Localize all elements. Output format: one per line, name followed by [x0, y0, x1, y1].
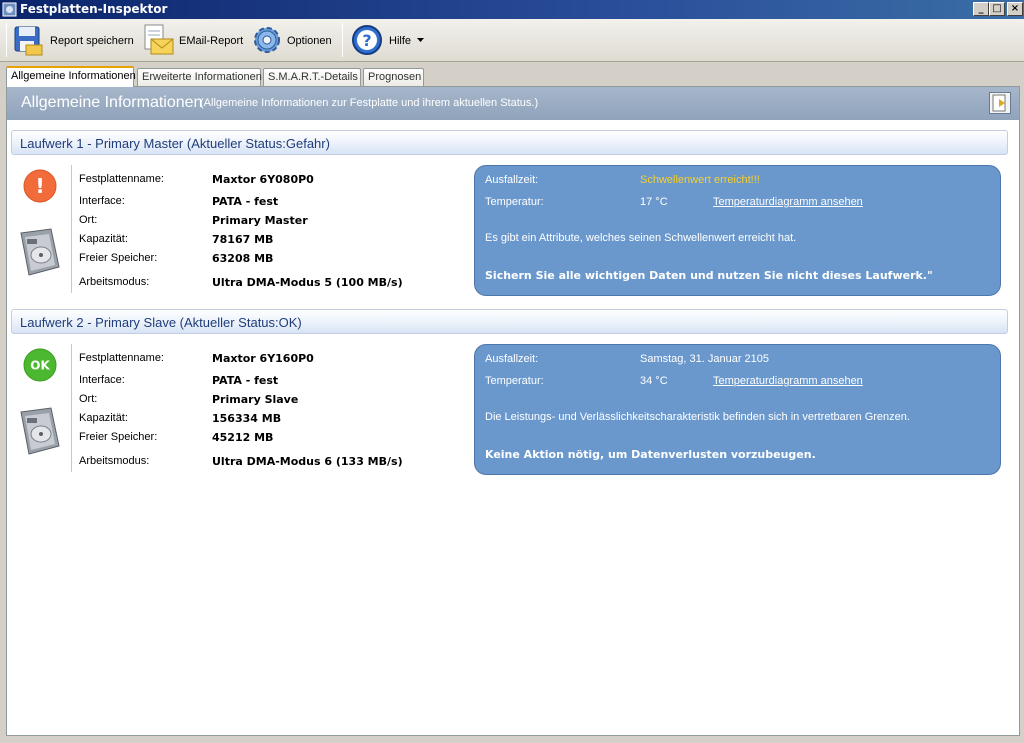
- drive-2-mode-label: Arbeitsmodus:: [79, 455, 150, 467]
- drive-1-capacity: 78167 MB: [212, 233, 274, 246]
- document-export-icon: [992, 94, 1006, 112]
- drive-2-temperature-label: Temperatur:: [485, 375, 544, 387]
- save-report-button[interactable]: Report speichern: [12, 21, 137, 59]
- maximize-button[interactable]: □: [989, 2, 1005, 16]
- drive-2-capacity-label: Kapazität:: [79, 412, 128, 424]
- drive-2-status-box: Ausfallzeit: Samstag, 31. Januar 2105 Te…: [474, 344, 1001, 475]
- drive-2-capacity: 156334 MB: [212, 412, 282, 425]
- email-report-button[interactable]: EMail-Report: [141, 21, 246, 59]
- drive-2-advice: Keine Aktion nötig, um Datenverlusten vo…: [485, 448, 816, 461]
- svg-text:OK: OK: [30, 359, 50, 373]
- drive-1-free: 63208 MB: [212, 252, 274, 265]
- options-button[interactable]: Optionen: [250, 21, 336, 59]
- drive-1-mode-label: Arbeitsmodus:: [79, 276, 150, 288]
- drive-2-temperature-chart-link[interactable]: Temperaturdiagramm ansehen: [713, 375, 863, 387]
- drive-2-failure-label: Ausfallzeit:: [485, 353, 539, 365]
- window-title: Festplatten-Inspektor: [20, 2, 168, 16]
- page-subtitle: (Allgemeine Informationen zur Festplatte…: [200, 97, 539, 109]
- chevron-down-icon: [417, 38, 424, 42]
- tab-general[interactable]: Allgemeine Informationen: [6, 66, 136, 87]
- drive-1-temperature-chart-link[interactable]: Temperaturdiagramm ansehen: [713, 196, 863, 208]
- tab-strip: Allgemeine Informationen Erweiterte Info…: [0, 64, 1024, 87]
- close-button[interactable]: ×: [1007, 2, 1023, 16]
- app-icon: [2, 2, 17, 17]
- toolbar: Report speichern EMail-Report Optionen ?…: [0, 19, 1024, 62]
- svg-text:!: !: [35, 174, 44, 198]
- drive-2-location-label: Ort:: [79, 393, 98, 405]
- title-bar: Festplatten-Inspektor _ □ ×: [0, 0, 1024, 19]
- drive-2-header: Laufwerk 2 - Primary Slave (Aktueller St…: [11, 309, 1008, 334]
- toolbar-separator: [342, 23, 343, 57]
- drive-1-location-label: Ort:: [79, 214, 98, 226]
- drive-2-interface: PATA - fest: [212, 374, 279, 387]
- hard-drive-icon: [20, 407, 60, 455]
- ok-status-icon: OK: [23, 348, 57, 382]
- minimize-button[interactable]: _: [973, 2, 989, 16]
- drive-1-location: Primary Master: [212, 214, 308, 227]
- svg-text:?: ?: [362, 31, 371, 50]
- drive-1-interface: PATA - fest: [212, 195, 279, 208]
- drive-1-temperature-label: Temperatur:: [485, 196, 544, 208]
- warning-status-icon: !: [23, 169, 57, 203]
- email-report-label: EMail-Report: [179, 35, 244, 47]
- drive-1-failure-label: Ausfallzeit:: [485, 174, 539, 186]
- drive-2-name-label: Festplattenname:: [79, 352, 164, 364]
- drive-2-status-message: Die Leistungs- und Verlässlichkeitschara…: [485, 411, 910, 423]
- drive-2-divider: [71, 344, 72, 472]
- gear-icon: [254, 27, 280, 53]
- floppy-disk-icon: [14, 26, 43, 56]
- drive-1-capacity-label: Kapazität:: [79, 233, 128, 245]
- hard-drive-icon: [20, 228, 60, 276]
- drive-1-free-label: Freier Speicher:: [79, 252, 158, 264]
- tab-smart-details[interactable]: S.M.A.R.T.-Details: [263, 68, 361, 86]
- drive-1-failure-value: Schwellenwert erreicht!!!: [640, 174, 760, 186]
- drive-1-name-label: Festplattenname:: [79, 173, 164, 185]
- drive-2-name: Maxtor 6Y160P0: [212, 352, 314, 365]
- drive-1-status-message: Es gibt ein Attribute, welches seinen Sc…: [485, 232, 797, 244]
- help-label: Hilfe: [389, 35, 412, 47]
- main-panel: Allgemeine Informationen (Allgemeine Inf…: [6, 86, 1020, 736]
- drive-2-interface-label: Interface:: [79, 374, 125, 386]
- drive-2-mode: Ultra DMA-Modus 6 (133 MB/s): [212, 455, 403, 468]
- save-report-label: Report speichern: [50, 35, 134, 47]
- drive-2-title: Laufwerk 2 - Primary Slave (Aktueller St…: [20, 315, 302, 330]
- page-title: Allgemeine Informationen: [21, 94, 203, 111]
- drive-2-free: 45212 MB: [212, 431, 274, 444]
- drive-1-divider: [71, 165, 72, 293]
- drive-1-header: Laufwerk 1 - Primary Master (Aktueller S…: [11, 130, 1008, 155]
- drive-2-free-label: Freier Speicher:: [79, 431, 158, 443]
- drive-1-interface-label: Interface:: [79, 195, 125, 207]
- drive-1-name: Maxtor 6Y080P0: [212, 173, 314, 186]
- drive-2-failure-value: Samstag, 31. Januar 2105: [640, 353, 770, 365]
- help-icon: ?: [352, 25, 382, 55]
- tab-extended[interactable]: Erweiterte Informationen: [137, 68, 262, 86]
- status-bar: [0, 737, 1024, 743]
- drive-1-temperature-value: 17 °C: [640, 196, 668, 208]
- drive-1-title: Laufwerk 1 - Primary Master (Aktueller S…: [20, 136, 330, 151]
- drive-1-advice: Sichern Sie alle wichtigen Daten und nut…: [485, 269, 933, 282]
- export-button[interactable]: [989, 92, 1011, 114]
- tab-forecasts[interactable]: Prognosen: [363, 68, 424, 86]
- drive-2-temperature-value: 34 °C: [640, 375, 668, 387]
- section-banner: Allgemeine Informationen (Allgemeine Inf…: [7, 87, 1019, 120]
- options-label: Optionen: [287, 35, 332, 47]
- drive-1-status-box: Ausfallzeit: Schwellenwert erreicht!!! T…: [474, 165, 1001, 296]
- help-button[interactable]: ? Hilfe: [350, 21, 430, 59]
- toolbar-grip: [6, 23, 7, 57]
- drive-1-mode: Ultra DMA-Modus 5 (100 MB/s): [212, 276, 403, 289]
- email-report-icon: [144, 24, 174, 55]
- drive-2-location: Primary Slave: [212, 393, 299, 406]
